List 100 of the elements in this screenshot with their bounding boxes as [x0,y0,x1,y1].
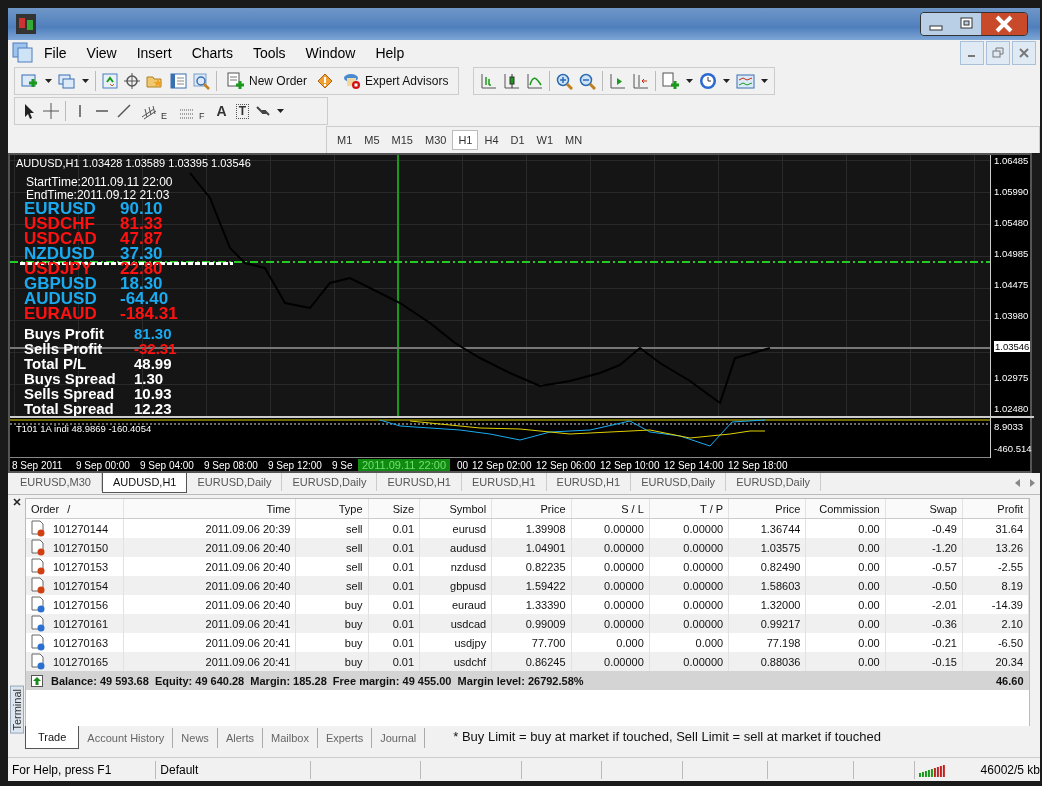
minimize-icon[interactable] [921,13,951,35]
timeframe-tab[interactable]: M5 [358,130,386,150]
caret-icon[interactable] [45,79,52,83]
terminal-tab[interactable]: News [173,728,218,748]
crosshair-icon[interactable] [124,73,140,89]
minimize-icon[interactable] [960,41,984,65]
chart-tab[interactable]: AUDUSD,H1 [101,473,188,493]
text-tool-button[interactable]: A [213,101,230,121]
column-header[interactable]: Commission [805,499,886,519]
candlestick-icon[interactable] [503,73,521,89]
channel-tool-button[interactable]: E [138,101,170,121]
column-header[interactable]: Order / [26,499,124,519]
terminal-tab[interactable]: Alerts [217,728,263,748]
table-cell: buy [295,652,369,671]
chart-tab[interactable]: EURUSD,Daily [282,473,378,491]
new-chart-icon[interactable] [21,73,39,89]
warning-icon[interactable] [317,73,333,89]
scroll-left-icon[interactable] [1015,479,1020,487]
terminal-tab[interactable]: Trade [25,726,80,749]
line-chart-icon[interactable] [526,73,544,89]
chart-shift-icon[interactable] [609,73,627,89]
window-icon[interactable] [170,73,187,89]
caret-icon[interactable] [686,79,694,83]
table-cell: 0.01 [368,576,420,595]
timeframe-tab[interactable]: MN [559,130,589,150]
table-cell: 1.58603 [728,576,806,595]
caret-icon[interactable] [723,79,731,83]
market-watch-icon[interactable] [102,73,118,89]
table-cell: 0.99009 [491,614,571,633]
summary-value: 48.99 [134,356,172,371]
menu-item[interactable]: Window [295,43,366,63]
menu-item[interactable]: View [76,43,127,63]
timeframe-tab[interactable]: M30 [418,130,453,150]
timeframe-tab[interactable]: W1 [530,130,560,150]
trendline-icon[interactable] [116,103,132,119]
column-header[interactable]: Price [491,499,571,519]
chart-tab[interactable]: EURUSD,H1 [462,473,547,491]
zoom-in-icon[interactable] [556,72,574,90]
timeframe-tab[interactable]: H4 [478,130,505,150]
terminal-tab[interactable]: Journal [372,728,426,748]
column-header[interactable]: Size [368,499,420,519]
timeframe-tab[interactable]: D1 [504,130,531,150]
new-order-button[interactable]: New Order [223,70,311,92]
timeframe-tab[interactable]: M15 [385,130,419,150]
price-tick: 1.04475 [994,279,1029,290]
table-cell: 101270156 [53,598,109,611]
template-icon[interactable] [662,72,681,90]
menu-item[interactable]: Charts [181,43,243,63]
app-icon [16,14,36,34]
terminal-tab[interactable]: Experts [317,728,373,748]
timeframe-tab[interactable]: H1 [452,130,479,150]
bar-chart-icon[interactable] [480,73,498,89]
close-icon[interactable] [12,498,21,506]
timeframe-tab[interactable]: M1 [331,130,359,150]
table-cell: audusd [419,538,492,557]
chart-tab[interactable]: EURUSD,H1 [377,473,462,491]
clock-icon[interactable] [699,72,718,90]
fibonacci-tool-button[interactable]: F [176,101,208,121]
column-header[interactable]: Type [295,499,369,519]
menu-item[interactable]: Insert [126,43,182,63]
menu-item[interactable]: Tools [242,43,296,63]
column-header[interactable]: Swap [885,499,963,519]
caret-icon[interactable] [761,79,769,83]
chart-tab[interactable]: EURUSD,H1 [546,473,632,491]
label-tool-button[interactable]: T [235,103,249,119]
chart-tab[interactable]: EURUSD,Daily [631,473,727,491]
caret-icon[interactable] [277,109,284,113]
folder-star-icon[interactable] [146,73,164,89]
expert-advisors-button[interactable]: Expert Advisors [339,70,453,92]
column-header[interactable]: Price [728,499,806,519]
table-cell: 2011.09.06 20:41 [123,614,296,633]
sort-mark: / [67,502,71,515]
up-arrow-icon[interactable] [31,674,43,687]
chart-tab[interactable]: EURUSD,M30 [10,473,102,491]
table-cell: 101270161 [53,617,109,630]
column-header[interactable]: T / P [649,499,729,519]
terminal-tab[interactable]: Account History [79,728,174,748]
autoscroll-icon[interactable] [632,73,650,89]
column-header[interactable]: Profit [962,499,1029,519]
profiles-icon[interactable] [58,73,76,89]
caret-icon[interactable] [82,79,89,83]
terminal-tab[interactable]: Mailbox [263,728,318,748]
chart-tab[interactable]: EURUSD,Daily [187,473,283,491]
menu-item[interactable]: Help [365,43,415,63]
scroll-right-icon[interactable] [1030,479,1035,487]
maximize-icon[interactable] [951,13,981,35]
magnifier-icon[interactable] [193,72,210,90]
time-tick: 9 Sep 00:00 [76,460,130,471]
zoom-out-icon[interactable] [579,72,597,90]
column-header[interactable]: S / L [571,499,650,519]
column-header[interactable]: Time [123,499,296,519]
menu-item[interactable]: File [34,43,77,63]
price-tick: 1.05990 [994,186,1029,197]
table-cell: sell [295,538,369,557]
summary-value: 1.30 [134,371,164,386]
time-tick: 8 Sep 2011 [12,460,63,471]
indicators-icon[interactable] [736,72,756,90]
table-cell: 13.26 [962,538,1029,557]
chart-tab[interactable]: EURUSD,Daily [726,473,822,491]
column-header[interactable]: Symbol [419,499,492,519]
